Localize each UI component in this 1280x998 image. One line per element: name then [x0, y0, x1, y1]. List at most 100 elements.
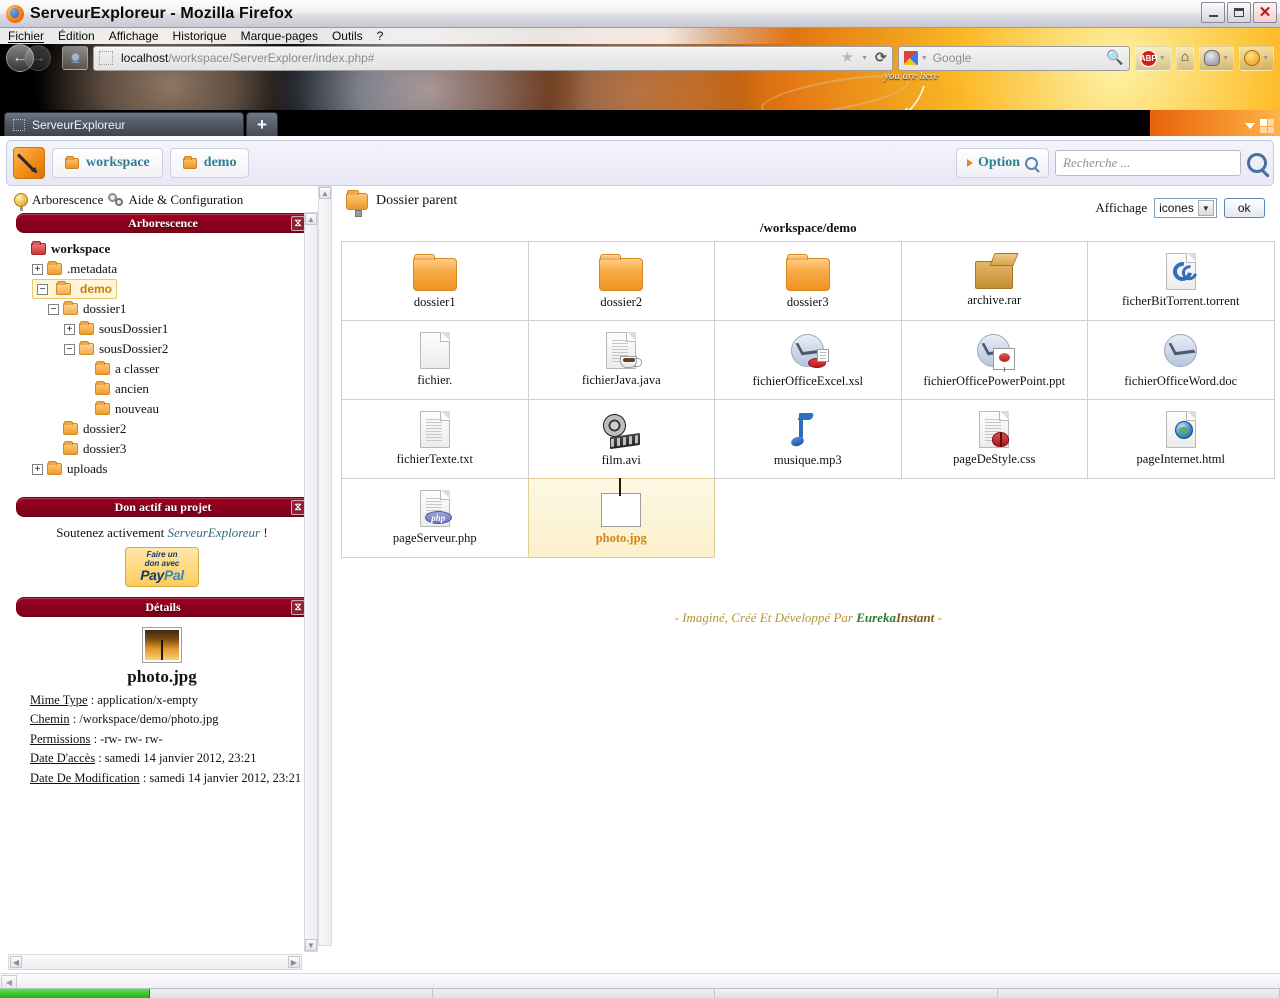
file-grid-item[interactable]: photo.jpg [528, 478, 716, 558]
tree-node-a-classer[interactable]: a classer [80, 359, 159, 379]
menu-fichier[interactable]: Fichier [8, 29, 44, 43]
main-vertical-scrollbar[interactable]: ▲ [318, 186, 332, 946]
forward-button[interactable]: → [25, 45, 51, 71]
menu-edition[interactable]: Édition [58, 29, 95, 43]
tree-node-ancien[interactable]: ancien [80, 379, 149, 399]
file-grid-item[interactable]: dossier2 [528, 241, 716, 321]
option-button[interactable]: Option [956, 148, 1049, 178]
tree-spacer [80, 384, 91, 395]
home-button[interactable]: ⌂ [1176, 46, 1194, 71]
chevron-down-icon[interactable]: ▼ [861, 54, 868, 62]
panorama-groups-icon[interactable] [1260, 119, 1274, 133]
tree-expand-icon[interactable]: + [32, 264, 43, 275]
scroll-right-button[interactable]: ▶ [288, 956, 300, 968]
sidebar-link-arborescence[interactable]: Arborescence [14, 192, 103, 208]
tree-node-workspace[interactable]: workspace [16, 239, 110, 259]
search-submit-icon[interactable] [1247, 153, 1267, 173]
maximize-button[interactable] [1227, 2, 1251, 23]
breadcrumb-workspace[interactable]: workspace [52, 148, 163, 178]
menu-marque-pages[interactable]: Marque-pages [241, 29, 318, 43]
search-input[interactable]: Recherche ... [1055, 150, 1241, 176]
file-grid-item[interactable]: archive.rar [901, 241, 1089, 321]
url-bar[interactable]: localhost/workspace/ServerExplorer/index… [93, 46, 893, 71]
search-engine-chevron-icon[interactable]: ▼ [921, 54, 928, 62]
new-tab-button[interactable]: + [246, 112, 278, 136]
file-grid-item[interactable]: ficherBitTorrent.torrent [1087, 241, 1275, 321]
tree-node-demo[interactable]: −demo [32, 279, 117, 299]
sidebar-horizontal-scrollbar[interactable]: ◀ ▶ [8, 954, 302, 970]
main-scroll-up-button[interactable]: ▲ [319, 187, 331, 199]
sidebar-link-aide-configuration[interactable]: Aide & Configuration [108, 192, 243, 208]
tab-serveurexploreur[interactable]: ServeurExploreur [4, 112, 244, 136]
tree-node-sousdossier2[interactable]: −sousDossier2 [64, 339, 168, 359]
folder-open-icon [63, 303, 78, 315]
file-grid-item[interactable]: musique.mp3 [714, 399, 902, 479]
chevron-down-icon[interactable]: ▼ [1198, 200, 1214, 216]
sidebar-vertical-scrollbar[interactable]: ▲ ▼ [304, 212, 318, 952]
file-grid-item[interactable]: fichier. [341, 320, 529, 400]
scroll-down-button[interactable]: ▼ [305, 939, 317, 951]
browser-search-bar[interactable]: ▼ Google 🔍 [898, 46, 1130, 71]
taskbar-item[interactable] [433, 989, 716, 998]
extension-button-2[interactable]: ▼ [1239, 46, 1274, 71]
menu-historique[interactable]: Historique [173, 29, 227, 43]
scroll-up-button[interactable]: ▲ [305, 213, 317, 225]
file-grid-item[interactable]: fichierTexte.txt [341, 399, 529, 479]
tree-node-dossier3[interactable]: dossier3 [48, 439, 126, 459]
minimize-button[interactable] [1201, 2, 1225, 23]
tree-node-sousdossier1[interactable]: +sousDossier1 [64, 319, 168, 339]
tree-node-dossier2[interactable]: dossier2 [48, 419, 126, 439]
adblock-button[interactable]: ABP ▼ [1135, 46, 1171, 71]
browser-search-magnifier-icon[interactable]: 🔍 [1106, 50, 1123, 67]
tree-collapse-icon[interactable]: − [64, 344, 75, 355]
site-identity-icon[interactable] [62, 46, 88, 70]
taskbar-item[interactable] [150, 989, 433, 998]
taskbar-item[interactable] [715, 989, 998, 998]
close-button[interactable]: ✕ [1253, 2, 1277, 23]
tree-node-dossier1[interactable]: −dossier1 [48, 299, 126, 319]
file-grid-item[interactable]: fichierOfficePowerPoint.ppt [901, 320, 1089, 400]
tree-expand-icon[interactable]: + [64, 324, 75, 335]
collapse-toggle-icon[interactable]: ⧖ [291, 600, 305, 615]
tree-node-nouveau[interactable]: nouveau [80, 399, 159, 419]
taskbar-item[interactable] [998, 989, 1280, 998]
tree-node-label: dossier3 [83, 441, 126, 457]
extension-button-1[interactable]: ▼ [1199, 46, 1234, 71]
file-grid-item[interactable]: fichierOfficeExcel.xsl [714, 320, 902, 400]
file-grid-item[interactable]: pageInternet.html [1087, 399, 1275, 479]
affichage-select[interactable]: icones ▼ [1154, 198, 1217, 218]
file-grid-item[interactable]: dossier1 [341, 241, 529, 321]
reload-icon[interactable]: ⟳ [875, 50, 887, 67]
menu-outils[interactable]: Outils [332, 29, 363, 43]
file-grid-item[interactable]: phppageServeur.php [341, 478, 529, 558]
collapse-toggle-icon[interactable]: ⧖ [291, 216, 305, 231]
panel-header-arborescence-title: Arborescence [128, 216, 198, 231]
folder-icon [47, 463, 62, 475]
app-logo-icon[interactable] [13, 147, 45, 179]
taskbar-active-item[interactable] [0, 989, 150, 998]
footer-prefix: - Imaginé, Créé Et Développé Par [675, 610, 857, 625]
tree-collapse-icon[interactable]: − [37, 284, 48, 295]
paypal-donate-button[interactable]: Faire un don avec PayPal [125, 547, 199, 587]
navigation-toolbar: ← → localhost/workspace/ServerExplorer/i… [0, 42, 1280, 74]
ok-button[interactable]: ok [1224, 198, 1265, 218]
list-all-tabs-icon[interactable] [1245, 123, 1255, 129]
file-grid-item[interactable]: fichierOfficeWord.doc [1087, 320, 1275, 400]
extension-2-chevron-icon[interactable]: ▼ [1262, 54, 1269, 62]
scroll-left-button[interactable]: ◀ [10, 956, 22, 968]
tree-collapse-icon[interactable]: − [48, 304, 59, 315]
tree-expand-icon[interactable]: + [32, 464, 43, 475]
collapse-toggle-icon[interactable]: ⧖ [291, 500, 305, 515]
adblock-chevron-icon[interactable]: ▼ [1159, 54, 1166, 62]
file-grid-item[interactable]: fichierJava.java [528, 320, 716, 400]
extension-1-chevron-icon[interactable]: ▼ [1222, 54, 1229, 62]
menu-help[interactable]: ? [377, 29, 384, 43]
tree-node--metadata[interactable]: +.metadata [32, 259, 117, 279]
bookmark-star-icon[interactable]: ★ [841, 51, 854, 66]
file-grid-item[interactable]: film.avi [528, 399, 716, 479]
file-grid-item[interactable]: pageDeStyle.css [901, 399, 1089, 479]
tree-node-uploads[interactable]: +uploads [32, 459, 107, 479]
breadcrumb-demo[interactable]: demo [170, 148, 250, 178]
file-grid-item[interactable]: dossier3 [714, 241, 902, 321]
menu-affichage[interactable]: Affichage [109, 29, 159, 43]
